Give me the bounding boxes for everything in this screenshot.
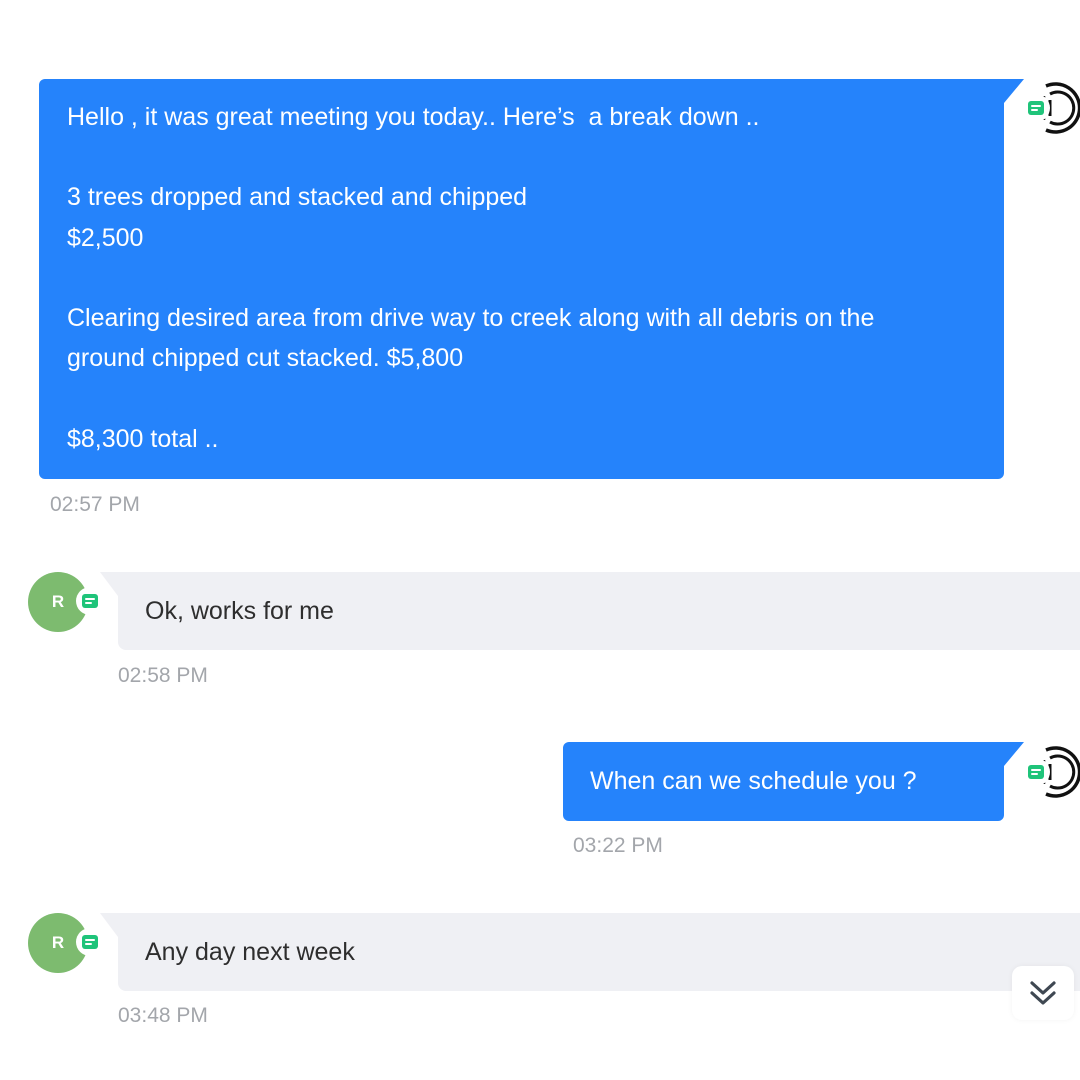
avatar-initial: R <box>51 933 65 952</box>
sms-channel-badge <box>1022 758 1050 786</box>
message-line: Hello , it was great meeting you today..… <box>67 103 760 131</box>
sms-icon <box>82 594 98 608</box>
message-line: ground chipped cut stacked. $5,800 <box>67 344 464 373</box>
avatar-initial: R <box>51 592 65 611</box>
message-timestamp: 03:48 PM <box>118 1004 208 1022</box>
incoming-message-bubble[interactable]: Any day next week <box>100 913 1080 991</box>
double-chevron-down-icon <box>1030 981 1056 1005</box>
message-thread[interactable]: Hello , it was great meeting you today..… <box>0 0 1080 1022</box>
message-line <box>67 137 976 177</box>
message-timestamp: 02:58 PM <box>118 664 208 687</box>
sms-channel-badge <box>1022 94 1050 122</box>
message-text: When can we schedule you ? <box>590 767 917 795</box>
sms-icon <box>1028 101 1044 115</box>
message-line: $8,300 total .. <box>67 424 219 453</box>
outgoing-message-bubble[interactable]: Hello , it was great meeting you today..… <box>39 79 1024 479</box>
scroll-to-bottom-button[interactable] <box>1012 966 1074 1020</box>
message-line: Clearing desired area from drive way to … <box>67 303 875 332</box>
message-timestamp: 03:22 PM <box>573 834 663 857</box>
sms-icon <box>82 935 98 949</box>
message-text: Any day next week <box>145 938 355 966</box>
message-timestamp: 02:57 PM <box>50 493 140 516</box>
message-line: $2,500 <box>67 223 144 252</box>
outgoing-message-bubble[interactable]: When can we schedule you ? <box>563 742 1024 821</box>
message-line: 3 trees dropped and stacked and chipped <box>67 183 528 212</box>
incoming-message-bubble[interactable]: Ok, works for me <box>100 572 1080 650</box>
sms-icon <box>1028 765 1044 779</box>
message-text: Ok, works for me <box>145 597 334 625</box>
message-line <box>67 378 976 418</box>
message-line <box>67 258 976 298</box>
